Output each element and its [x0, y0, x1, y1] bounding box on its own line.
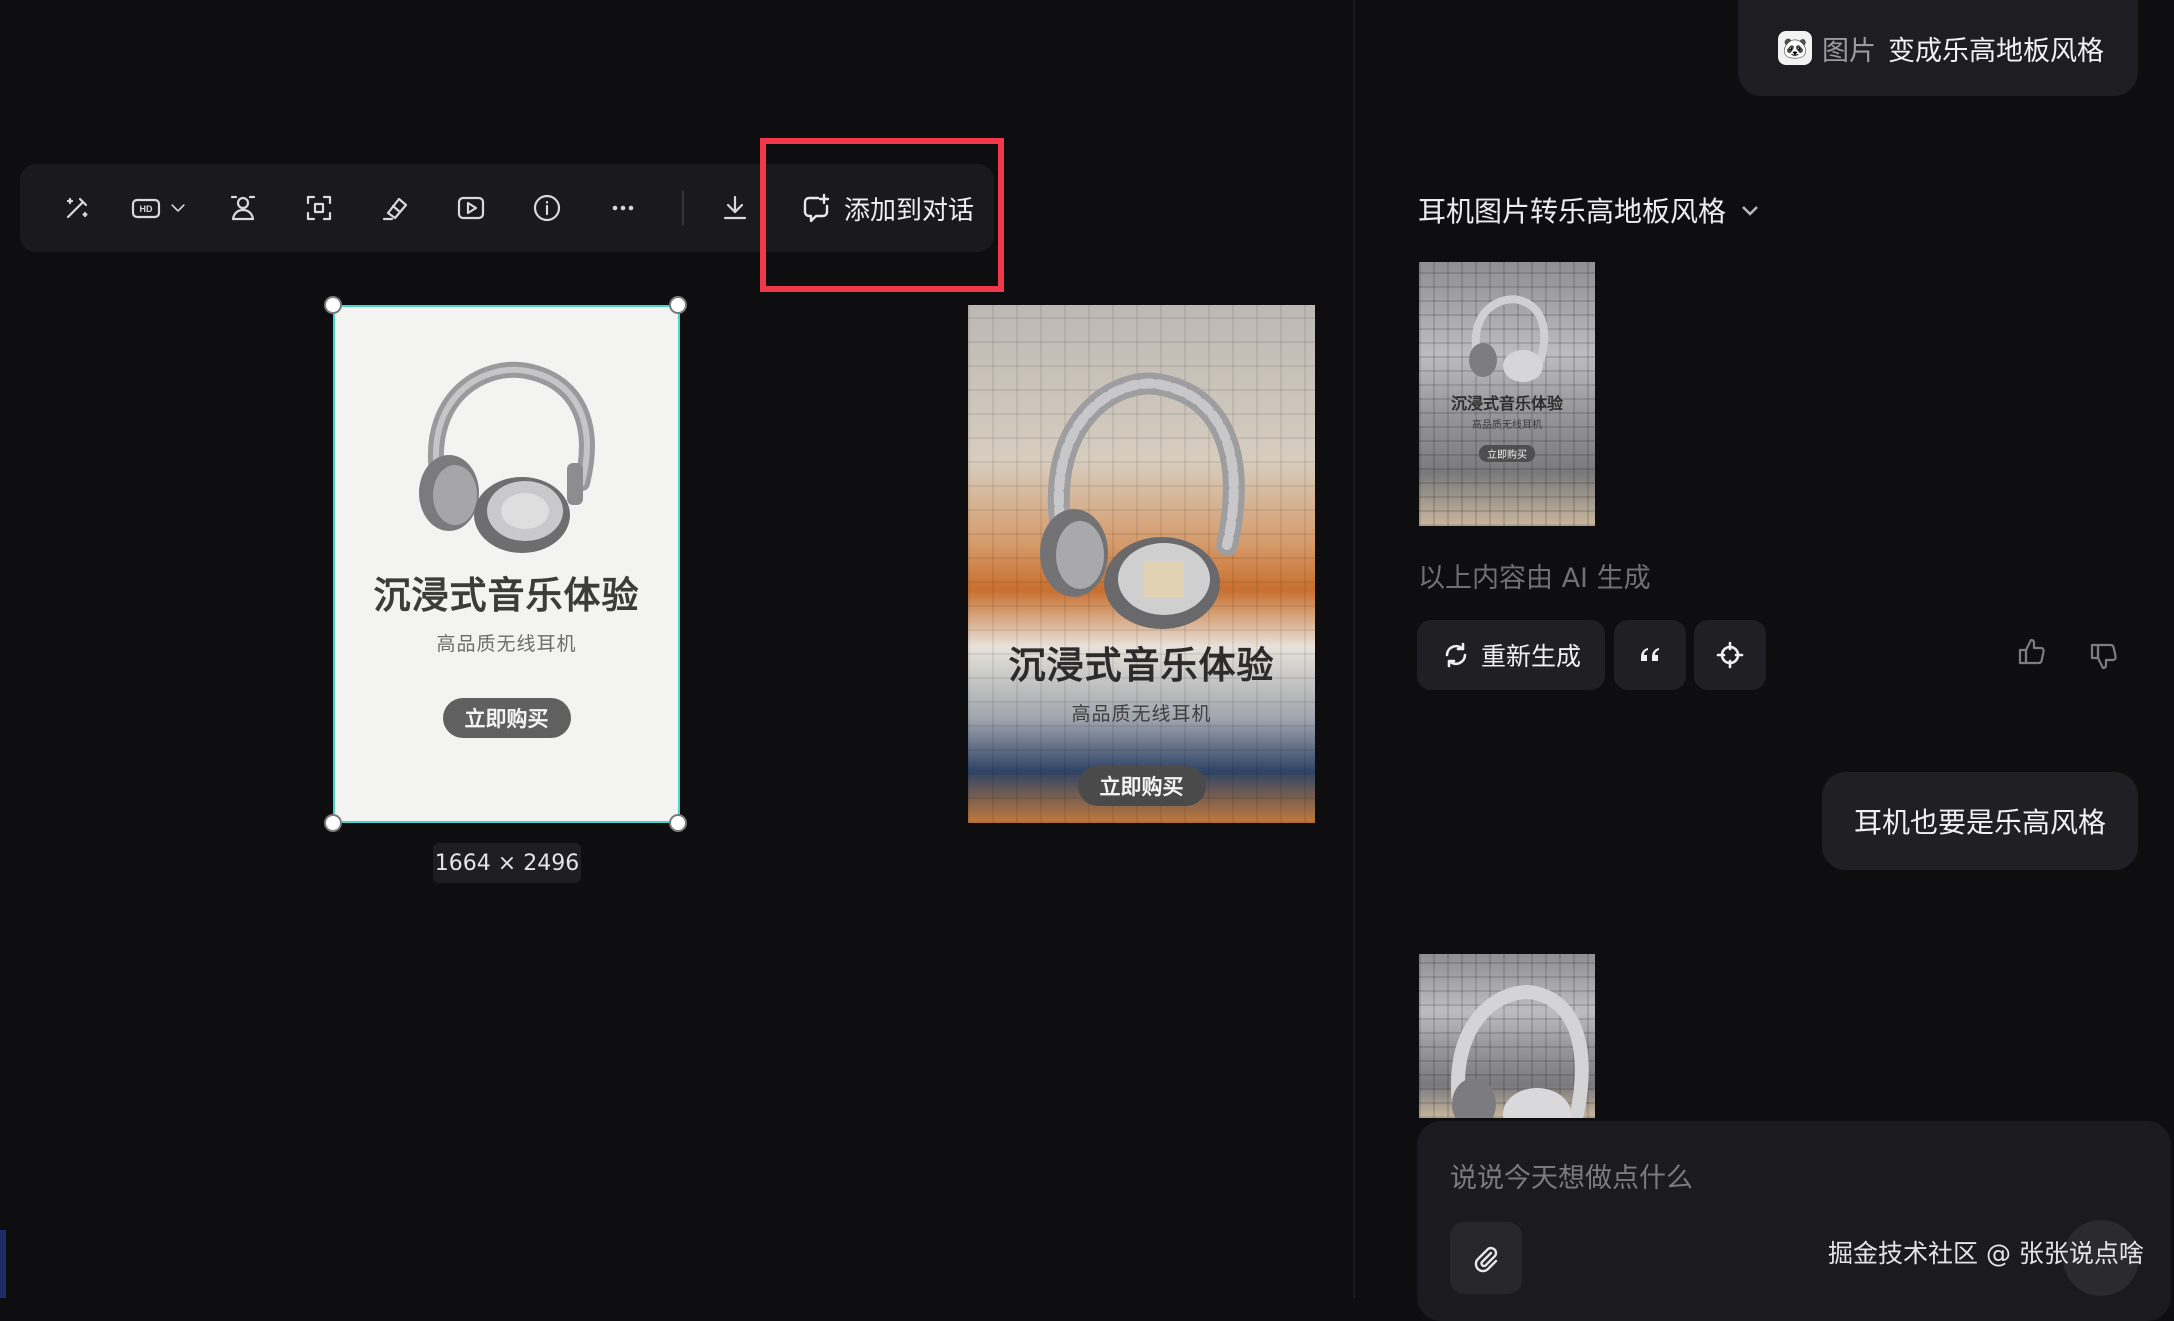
resize-handle-top-right[interactable]	[669, 296, 687, 314]
image-attachment-icon: 🐼	[1778, 31, 1812, 65]
thumb-subtitle: 高品质无线耳机	[1472, 420, 1542, 431]
hd-upscale-dropdown[interactable]: HD	[122, 177, 198, 239]
conversation-title[interactable]: 耳机图片转乐高地板风格	[1418, 190, 1762, 230]
highlight-box	[760, 138, 1004, 292]
thumbs-up-button[interactable]	[2016, 636, 2048, 672]
conversation-title-text: 耳机图片转乐高地板风格	[1418, 195, 1727, 228]
download-icon	[723, 195, 747, 220]
thumbs-down-icon	[2090, 643, 2117, 670]
quote-button[interactable]	[1614, 620, 1686, 690]
edge-strip	[0, 1230, 6, 1298]
crosshair-icon	[1716, 641, 1744, 669]
more-button[interactable]	[592, 177, 654, 239]
refresh-icon	[1445, 642, 1467, 668]
dimensions-label: 1664 × 2496	[433, 843, 581, 883]
ai-generated-note: 以上内容由 AI 生成	[1418, 563, 1651, 594]
person-icon	[230, 195, 256, 221]
play-icon	[457, 196, 485, 220]
download-button[interactable]	[704, 177, 766, 239]
message-composer[interactable]	[1417, 1121, 2171, 1321]
chevron-down-icon	[171, 204, 185, 212]
watermark: 掘金技术社区 @ 张张说点啥	[1828, 1239, 2144, 1268]
user-message-text: 变成乐高地板风格	[1888, 35, 2104, 67]
panel-divider	[1353, 0, 1355, 1298]
eraser-button[interactable]	[364, 177, 426, 239]
portrait-button[interactable]	[212, 177, 274, 239]
lego-poster[interactable]: 沉浸式音乐体验 高品质无线耳机 立即购买	[968, 305, 1315, 823]
thumb-cta: 立即购买	[1479, 445, 1535, 462]
svg-text:HD: HD	[140, 204, 153, 214]
generated-image-thumbnail-2[interactable]	[1419, 954, 1595, 1118]
thumb-title: 沉浸式音乐体验	[1450, 394, 1563, 413]
paperclip-icon	[1474, 1246, 1498, 1273]
regenerate-label: 重新生成	[1480, 642, 1581, 671]
magic-wand-button[interactable]	[46, 177, 108, 239]
thumbs-up-icon	[2018, 638, 2045, 665]
user-message-bubble-2: 耳机也要是乐高风格	[1822, 772, 2138, 870]
more-icon	[612, 205, 634, 211]
locate-button[interactable]	[1694, 620, 1766, 690]
chevron-down-icon	[1742, 206, 1758, 216]
resize-handle-bottom-left[interactable]	[324, 814, 342, 832]
quote-icon	[1641, 648, 1659, 661]
lego-poster-subtitle: 高品质无线耳机	[1071, 703, 1212, 725]
crop-focus-button[interactable]	[288, 177, 350, 239]
video-button[interactable]	[440, 177, 502, 239]
lego-poster-title: 沉浸式音乐体验	[1008, 644, 1275, 687]
selection-frame	[333, 305, 680, 823]
generated-image-thumbnail[interactable]: 沉浸式音乐体验 高品质无线耳机 立即购买	[1419, 262, 1595, 526]
hd-icon: HD	[131, 198, 161, 219]
toolbar-divider	[682, 191, 684, 225]
thumb2-headphones	[1450, 985, 1589, 1118]
attachment-tag: 图片	[1822, 35, 1876, 67]
user-message-bubble: 🐼 图片 变成乐高地板风格	[1738, 0, 2138, 96]
resize-handle-top-left[interactable]	[324, 296, 342, 314]
info-button[interactable]	[516, 177, 578, 239]
lego-headphones-illustration	[1039, 372, 1245, 629]
focus-frame-icon	[306, 195, 332, 221]
thumbs-down-button[interactable]	[2088, 640, 2120, 676]
lego-poster-cta: 立即购买	[1077, 766, 1206, 806]
resize-handle-bottom-right[interactable]	[669, 814, 687, 832]
thumb-headphones	[1469, 295, 1549, 382]
composer-placeholder: 说说今天想做点什么	[1450, 1163, 1693, 1194]
regenerate-button[interactable]: 重新生成	[1417, 620, 1605, 690]
eraser-icon	[382, 197, 408, 221]
attach-button[interactable]	[1450, 1222, 1522, 1294]
magic-wand-icon	[66, 197, 88, 219]
info-icon	[533, 194, 561, 222]
